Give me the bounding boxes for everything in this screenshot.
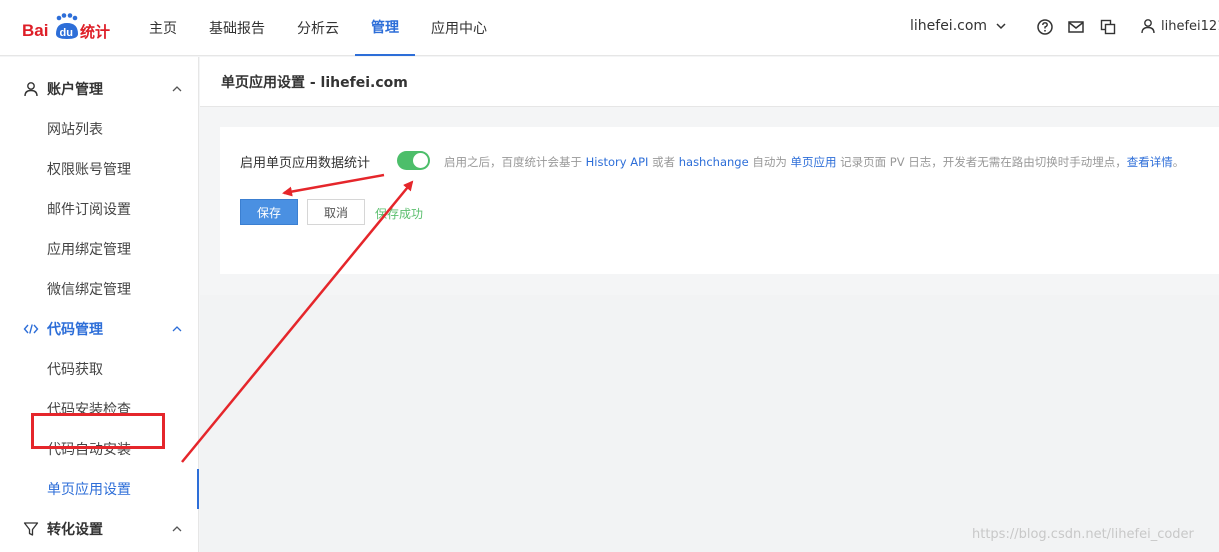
sidebar-section-code[interactable]: 代码管理 — [0, 309, 199, 349]
svg-text:Bai: Bai — [22, 21, 48, 40]
section-label: 代码管理 — [47, 322, 103, 338]
settings-card: 启用单页应用数据统计 启用之后，百度统计会基于 History API 或者 h… — [220, 127, 1219, 274]
spa-setting-label: 启用单页应用数据统计 — [240, 156, 371, 171]
desc-keyword: History API — [585, 155, 649, 169]
section-label: 转化设置 — [47, 522, 103, 538]
svg-text:统计: 统计 — [80, 23, 110, 41]
desc-text: 。 — [1172, 155, 1185, 169]
help-icon[interactable] — [1036, 18, 1054, 36]
sidebar-item-app-binding[interactable]: 应用绑定管理 — [0, 229, 199, 269]
code-icon — [23, 324, 39, 334]
chevron-up-icon — [172, 526, 182, 532]
copy-icon[interactable] — [1099, 18, 1117, 36]
desc-text: 或者 — [648, 155, 679, 169]
sidebar-item-wechat-binding[interactable]: 微信绑定管理 — [0, 269, 199, 309]
chevron-up-icon — [172, 86, 182, 92]
user-icon — [24, 82, 38, 97]
sidebar-section-account[interactable]: 账户管理 — [0, 69, 199, 109]
main-nav: 主页 基础报告 分析云 管理 应用中心 — [133, 0, 503, 56]
site-name: lihefei.com — [910, 18, 988, 34]
sidebar-item-get-code[interactable]: 代码获取 — [0, 349, 199, 389]
sidebar-item-site-list[interactable]: 网站列表 — [0, 109, 199, 149]
sidebar-section-conversion[interactable]: 转化设置 — [0, 509, 199, 549]
desc-text: 启用之后，百度统计会基于 — [444, 155, 586, 169]
view-details-link[interactable]: 查看详情 — [1127, 155, 1173, 169]
toggle-knob — [413, 153, 428, 168]
user-icon — [1141, 19, 1155, 34]
funnel-icon — [23, 522, 39, 536]
save-success-message: 保存成功 — [375, 207, 424, 221]
chevron-down-icon — [996, 23, 1006, 30]
baidu-tongji-logo[interactable]: Bai du 统计 — [22, 12, 112, 44]
site-selector[interactable]: lihefei.com — [910, 18, 1007, 34]
sidebar-item-email-subscription[interactable]: 邮件订阅设置 — [0, 189, 199, 229]
nav-app-center[interactable]: 应用中心 — [415, 0, 503, 56]
sidebar: 账户管理 网站列表 权限账号管理 邮件订阅设置 应用绑定管理 微信绑定管理 代码… — [0, 57, 199, 552]
chevron-up-icon — [172, 326, 182, 332]
user-menu[interactable]: lihefei121 — [1140, 18, 1219, 34]
nav-basic-reports[interactable]: 基础报告 — [193, 0, 281, 56]
desc-text: 自动为 — [748, 155, 791, 169]
page-title: 单页应用设置 - lihefei.com — [200, 57, 1219, 107]
desc-keyword: hashchange — [678, 155, 749, 169]
save-button[interactable]: 保存 — [240, 199, 298, 225]
content-background — [200, 295, 1219, 552]
watermark: https://blog.csdn.net/lihefei_coder — [972, 527, 1194, 542]
mail-icon[interactable] — [1067, 18, 1085, 36]
section-label: 账户管理 — [47, 82, 103, 98]
spa-toggle-switch[interactable] — [397, 151, 430, 170]
sidebar-item-permission-accounts[interactable]: 权限账号管理 — [0, 149, 199, 189]
nav-management[interactable]: 管理 — [355, 0, 415, 56]
sidebar-item-spa-settings[interactable]: 单页应用设置 — [0, 469, 199, 509]
username: lihefei121 — [1161, 18, 1219, 34]
cancel-button[interactable]: 取消 — [307, 199, 365, 225]
desc-text: 记录页面 PV 日志，开发者无需在路由切换时手动埋点， — [836, 155, 1127, 169]
svg-text:du: du — [60, 27, 73, 39]
nav-home[interactable]: 主页 — [133, 0, 193, 56]
annotation-highlight-box — [31, 413, 165, 449]
setting-description: 启用之后，百度统计会基于 History API 或者 hashchange 自… — [444, 154, 1184, 170]
nav-analysis-cloud[interactable]: 分析云 — [281, 0, 355, 56]
desc-keyword: 单页应用 — [790, 155, 837, 169]
top-navbar: Bai du 统计 主页 基础报告 分析云 管理 应用中心 lihefei.co… — [0, 0, 1219, 56]
